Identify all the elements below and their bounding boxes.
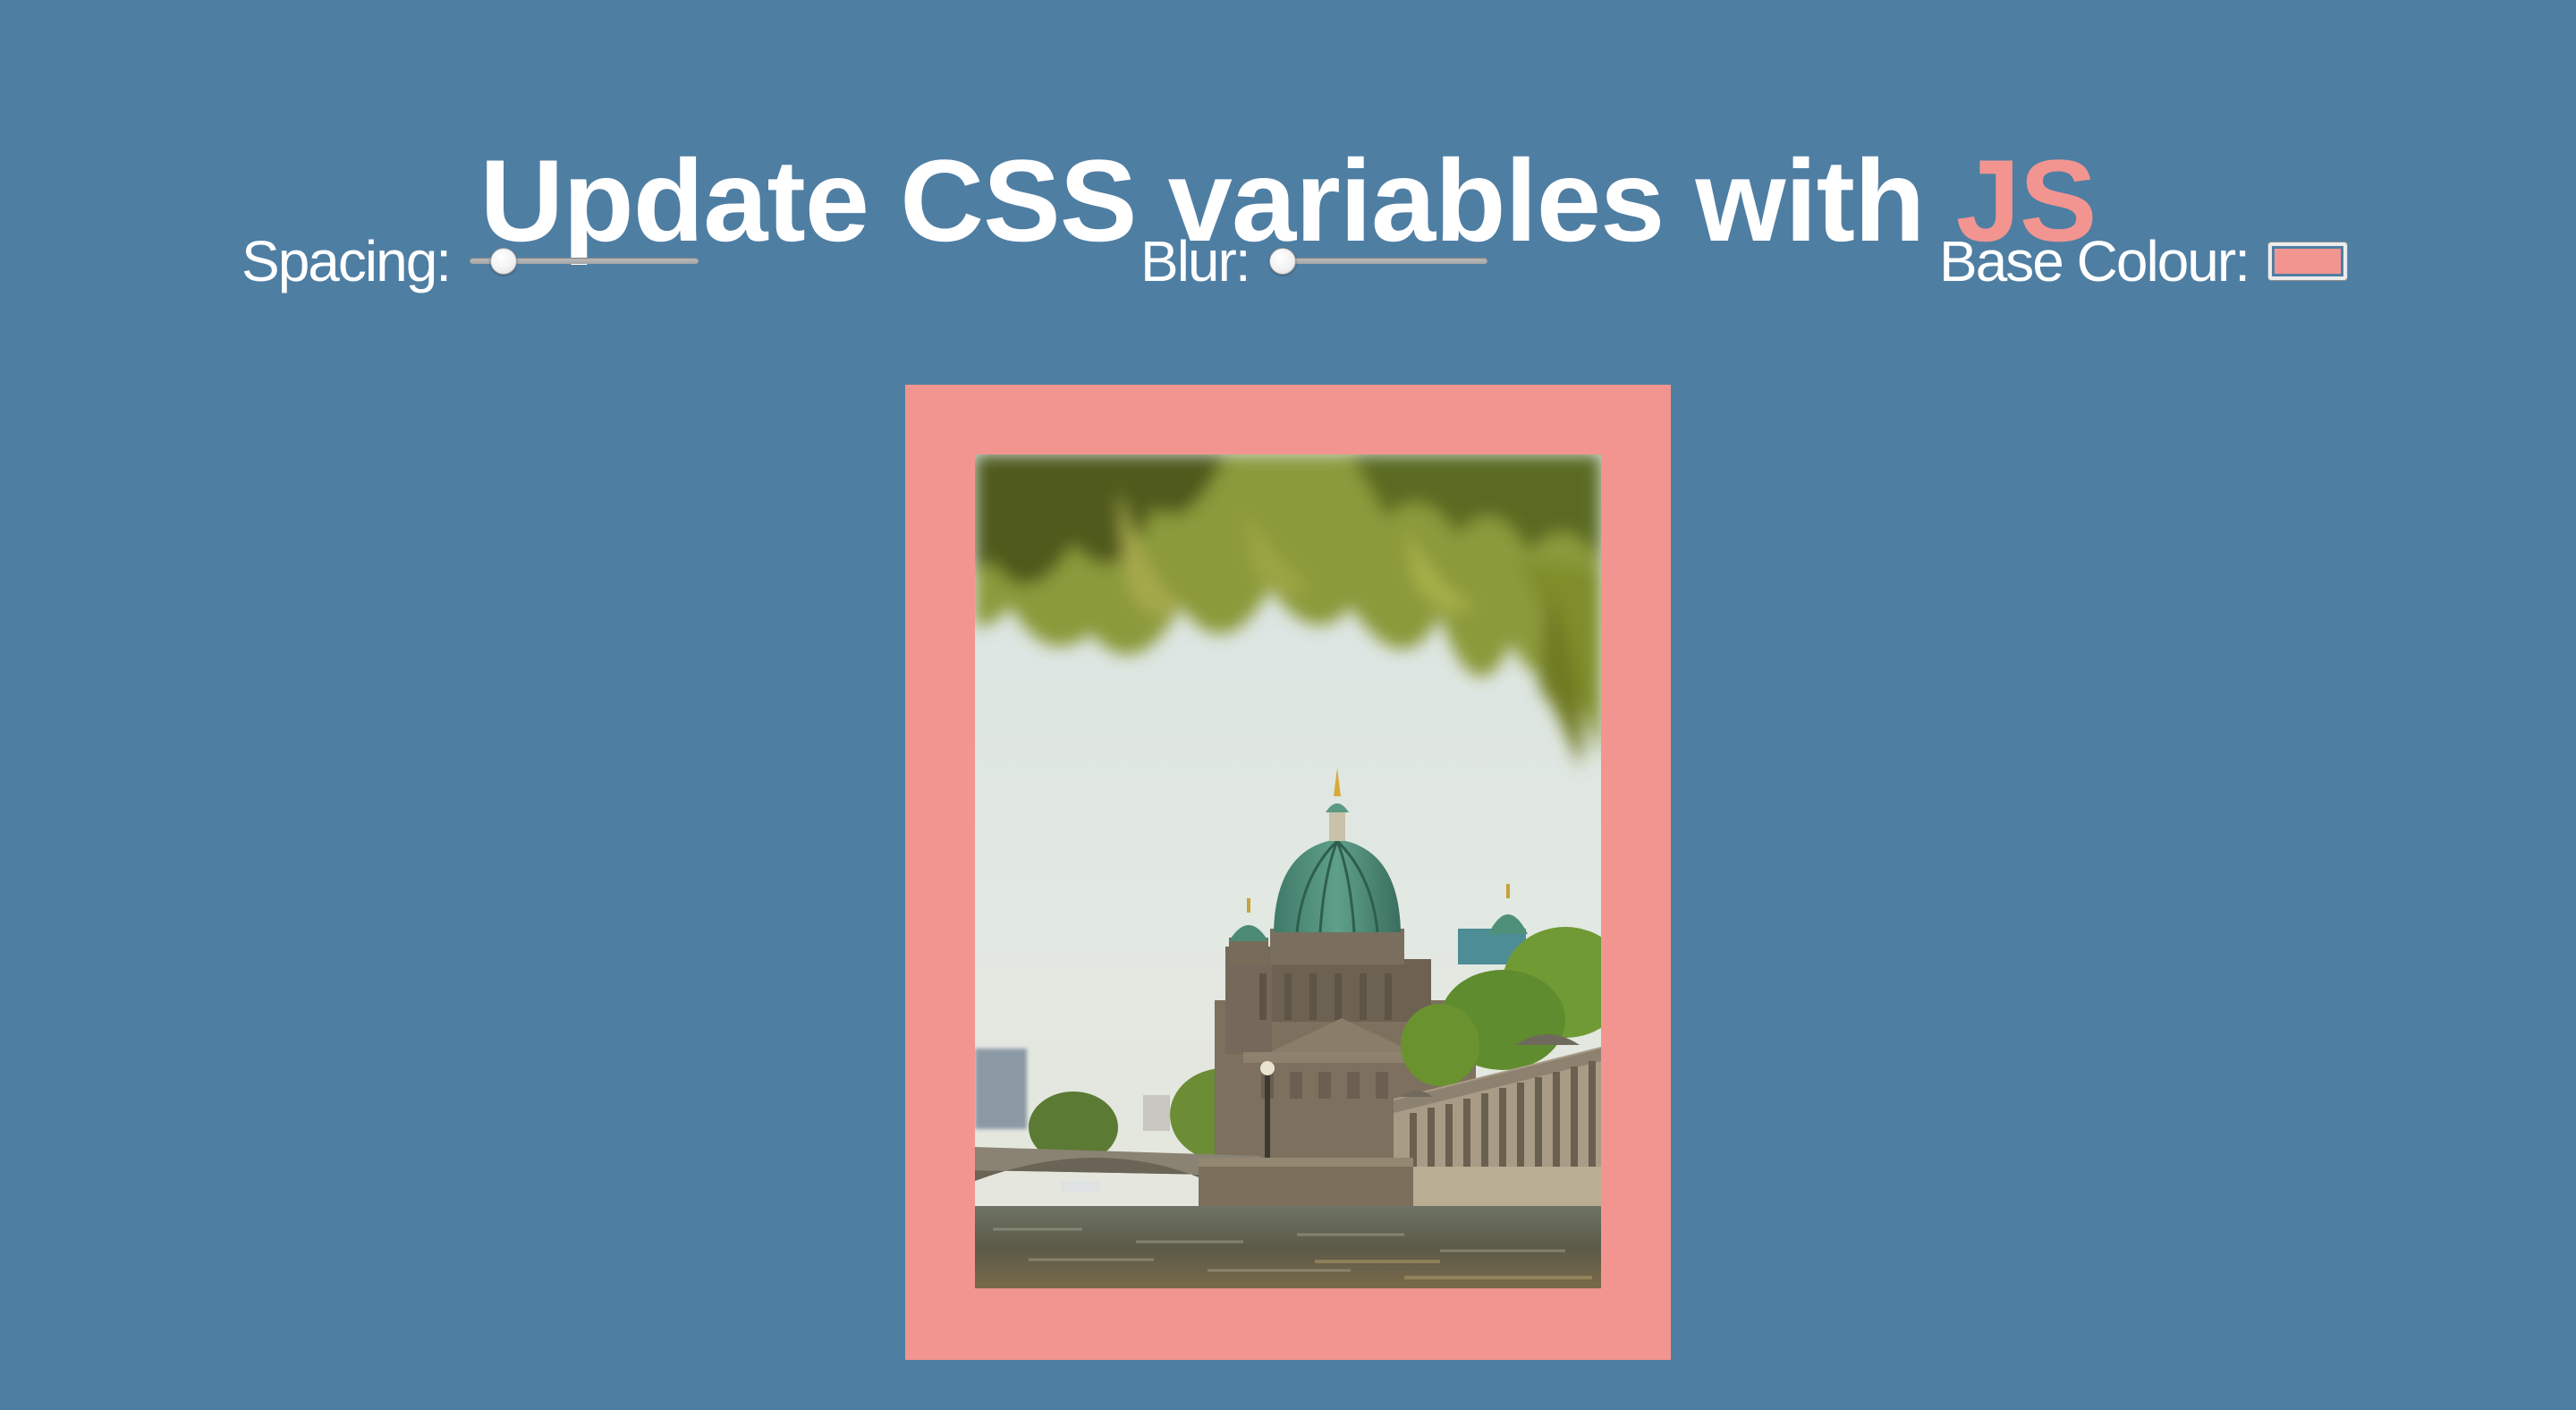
spacing-control: Spacing:	[242, 225, 699, 297]
spacing-label: Spacing:	[242, 229, 452, 293]
berlin-cathedral-photo	[975, 454, 1601, 1288]
blur-control: Blur:	[1140, 225, 1487, 297]
base-colour-swatch[interactable]	[2274, 249, 2341, 274]
image-frame	[905, 385, 1671, 1360]
blur-slider-thumb[interactable]	[1268, 248, 1296, 275]
blur-slider[interactable]	[1268, 248, 1487, 275]
base-colour-label: Base Colour:	[1939, 229, 2250, 293]
base-colour-picker[interactable]	[2267, 242, 2347, 280]
spacing-slider[interactable]	[470, 248, 699, 275]
base-colour-control: Base Colour:	[1939, 225, 2347, 297]
blur-slider-track[interactable]	[1268, 258, 1487, 264]
spacing-slider-thumb[interactable]	[489, 248, 517, 275]
blur-label: Blur:	[1140, 229, 1251, 293]
